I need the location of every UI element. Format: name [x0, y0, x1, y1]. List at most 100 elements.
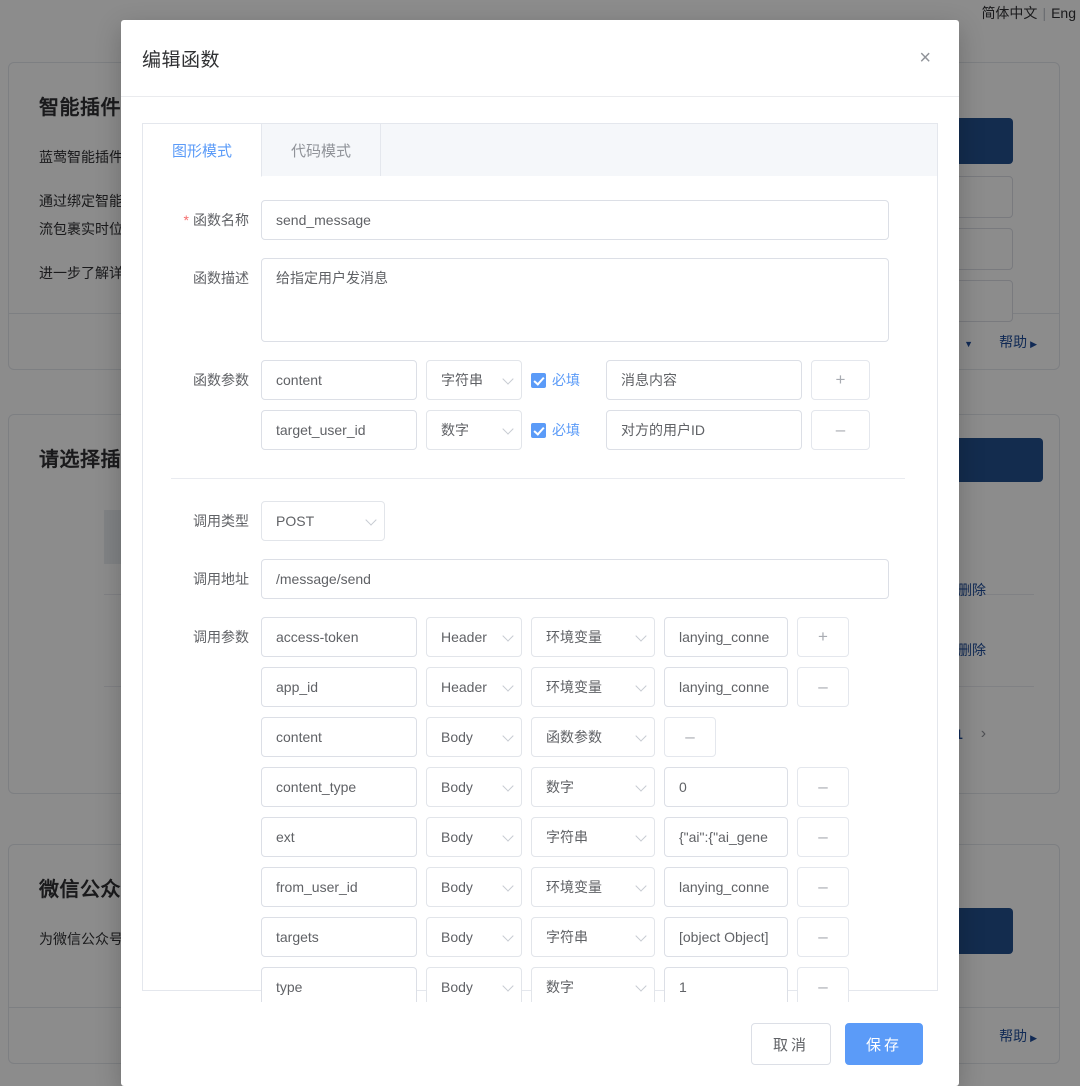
call-param-row: Header 环境变量 –	[261, 667, 849, 707]
call-param-row: Body 环境变量 –	[261, 867, 849, 907]
call-param-remove-button-3[interactable]: –	[664, 717, 716, 757]
call-param-source-select-5[interactable]: 字符串	[531, 817, 655, 857]
tab-graphic-mode[interactable]: 图形模式	[143, 124, 263, 177]
call-param-location-select-2[interactable]: Header	[426, 667, 522, 707]
chevron-down-icon	[502, 830, 514, 842]
chevron-down-icon	[502, 780, 514, 792]
call-param-value-input-6[interactable]	[664, 867, 788, 907]
call-param-location-select-5[interactable]: Body	[426, 817, 522, 857]
call-param-remove-button-4[interactable]: –	[797, 767, 849, 807]
call-param-name-input-7[interactable]	[261, 917, 417, 957]
save-button[interactable]: 保存	[844, 1023, 923, 1065]
function-desc-label: 函数描述	[193, 270, 249, 286]
call-param-location-select[interactable]: Header	[426, 617, 522, 657]
call-param-remove-button-8[interactable]: –	[797, 967, 849, 1002]
function-param-type-value: 字符串	[441, 372, 483, 388]
function-param-name-input[interactable]	[261, 360, 417, 400]
form-row-function-name: * 函数名称	[155, 200, 911, 240]
call-param-location-select-6[interactable]: Body	[426, 867, 522, 907]
call-param-remove-button-6[interactable]: –	[797, 867, 849, 907]
function-param-type-select-2[interactable]: 数字	[426, 410, 522, 450]
form-row-call-url: 调用地址	[155, 559, 911, 599]
call-param-name-input[interactable]	[261, 617, 417, 657]
chevron-down-icon	[502, 373, 514, 385]
function-name-input[interactable]	[261, 200, 889, 240]
call-param-source-select-3[interactable]: 函数参数	[531, 717, 655, 757]
call-param-source-select[interactable]: 环境变量	[531, 617, 655, 657]
function-param-name-input-2[interactable]	[261, 410, 417, 450]
call-url-input[interactable]	[261, 559, 889, 599]
call-param-location-select-3[interactable]: Body	[426, 717, 522, 757]
function-name-label-text: 函数名称	[193, 212, 249, 228]
call-param-value-input[interactable]	[664, 617, 788, 657]
call-param-source-select-2[interactable]: 环境变量	[531, 667, 655, 707]
call-param-location-value: Header	[441, 629, 487, 645]
call-param-source-select-6[interactable]: 环境变量	[531, 867, 655, 907]
call-param-value-input-5[interactable]	[664, 817, 788, 857]
call-params-label: 调用参数	[193, 629, 249, 645]
call-type-value: POST	[276, 513, 315, 529]
chevron-down-icon	[635, 880, 647, 892]
call-param-source-value-2: 环境变量	[546, 679, 602, 695]
function-param-row: 字符串 必填 +	[261, 360, 870, 400]
dialog-header: 编辑函数 ×	[121, 20, 959, 97]
function-param-required-checkbox-2[interactable]	[531, 422, 546, 438]
call-param-location-select-7[interactable]: Body	[426, 917, 522, 957]
call-param-location-select-8[interactable]: Body	[426, 967, 522, 1002]
call-param-location-value-6: Body	[441, 879, 473, 895]
call-param-name-input-6[interactable]	[261, 867, 417, 907]
function-param-required-checkbox-wrap-2[interactable]: 必填	[531, 420, 597, 440]
function-param-add-button[interactable]: +	[811, 360, 870, 400]
tab-code-mode[interactable]: 代码模式	[262, 124, 382, 176]
call-param-value-input-8[interactable]	[664, 967, 788, 1002]
chevron-down-icon	[635, 730, 647, 742]
call-param-source-value-5: 字符串	[546, 829, 588, 845]
chevron-down-icon	[635, 980, 647, 992]
call-url-label: 调用地址	[193, 571, 249, 587]
call-param-location-value-4: Body	[441, 779, 473, 795]
call-param-name-input-2[interactable]	[261, 667, 417, 707]
call-param-name-input-4[interactable]	[261, 767, 417, 807]
chevron-down-icon	[635, 630, 647, 642]
call-type-label: 调用类型	[193, 513, 249, 529]
call-param-location-value-2: Header	[441, 679, 487, 695]
call-type-select[interactable]: POST	[261, 501, 385, 541]
chevron-down-icon	[502, 930, 514, 942]
close-icon[interactable]: ×	[915, 44, 935, 72]
call-param-location-value-5: Body	[441, 829, 473, 845]
section-divider	[171, 478, 905, 479]
cancel-button[interactable]: 取消	[750, 1023, 831, 1065]
call-param-source-value-7: 字符串	[546, 929, 588, 945]
call-param-value-input-4[interactable]	[664, 767, 788, 807]
call-param-row: Body 函数参数 –	[261, 717, 849, 757]
chevron-down-icon	[502, 630, 514, 642]
function-param-desc-input-2[interactable]	[606, 410, 802, 450]
call-param-name-input-3[interactable]	[261, 717, 417, 757]
edit-function-dialog: 编辑函数 × 图形模式 代码模式 *函数名称 函数描述 给指定用户	[121, 20, 959, 1086]
function-param-remove-button[interactable]: –	[811, 410, 870, 450]
function-param-desc-input[interactable]	[606, 360, 802, 400]
call-param-source-select-8[interactable]: 数字	[531, 967, 655, 1002]
call-param-location-value-3: Body	[441, 729, 473, 745]
call-param-remove-button-2[interactable]: –	[797, 667, 849, 707]
call-param-add-button[interactable]: +	[797, 617, 849, 657]
form-row-call-type: 调用类型 POST	[155, 501, 911, 541]
dialog-body: 图形模式 代码模式 *函数名称 函数描述 给指定用户发消息	[121, 97, 959, 1002]
form-row-call-params: 调用参数 Header 环境变量	[155, 617, 911, 1002]
call-param-value-input-7[interactable]	[664, 917, 788, 957]
function-param-type-select[interactable]: 字符串	[426, 360, 522, 400]
call-param-source-select-4[interactable]: 数字	[531, 767, 655, 807]
call-param-location-select-4[interactable]: Body	[426, 767, 522, 807]
function-param-required-checkbox[interactable]	[531, 372, 546, 388]
chevron-down-icon	[635, 680, 647, 692]
function-param-required-checkbox-wrap[interactable]: 必填	[531, 370, 597, 390]
call-param-source-select-7[interactable]: 字符串	[531, 917, 655, 957]
call-param-remove-button-5[interactable]: –	[797, 817, 849, 857]
function-desc-textarea[interactable]: 给指定用户发消息	[261, 258, 889, 342]
call-param-value-input-2[interactable]	[664, 667, 788, 707]
call-param-name-input-5[interactable]	[261, 817, 417, 857]
chevron-down-icon	[635, 930, 647, 942]
call-param-remove-button-7[interactable]: –	[797, 917, 849, 957]
call-param-name-input-8[interactable]	[261, 967, 417, 1002]
call-param-source-value-8: 数字	[546, 979, 574, 995]
